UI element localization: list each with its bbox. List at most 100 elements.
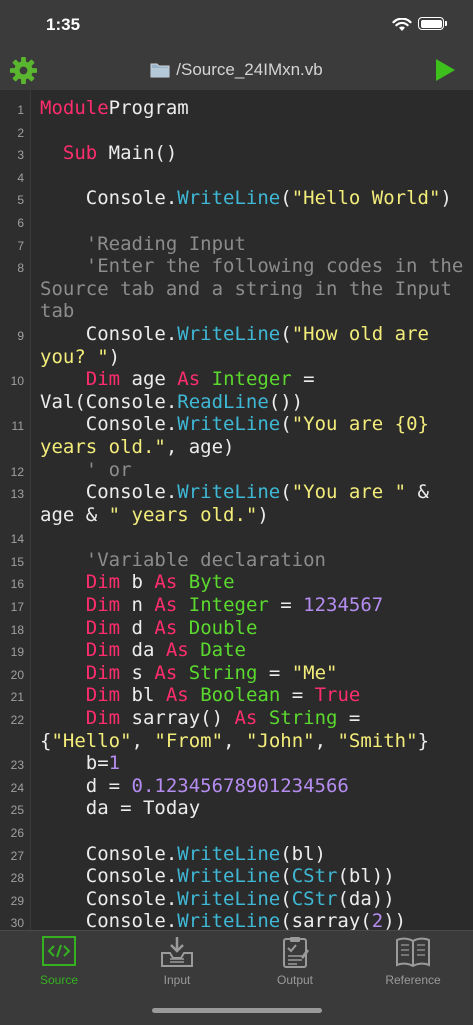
code-token: n xyxy=(120,594,155,617)
code-token: d = xyxy=(40,774,132,797)
code-token: "You are " xyxy=(291,481,407,504)
code-line[interactable]: 1 ModuleProgram xyxy=(17,97,465,120)
line-number: 8 xyxy=(17,261,24,276)
code-line[interactable]: 5 Console.WriteLine("Hello World") xyxy=(17,187,465,210)
code-token: Console. xyxy=(40,910,178,930)
code-token: Dim xyxy=(85,368,121,391)
code-token: As xyxy=(165,639,189,662)
code-line[interactable]: 8 'Enter the following codes in the Sour… xyxy=(17,255,465,323)
code-line[interactable]: 25 da = Today xyxy=(11,797,465,820)
code-token: CStr xyxy=(291,887,338,910)
line-number: 26 xyxy=(10,826,24,840)
code-token: (bl)) xyxy=(337,865,395,888)
code-line[interactable]: 22 Dim sarray() As String = {"Hello", "F… xyxy=(11,707,465,752)
code-line[interactable]: 2​ xyxy=(17,120,465,143)
code-line[interactable]: 16 Dim b As Byte xyxy=(11,571,465,594)
code-token: True xyxy=(314,684,361,707)
code-token: (sarray( xyxy=(280,910,372,930)
code-token: Console. xyxy=(40,187,178,210)
line-number: 5 xyxy=(17,193,24,208)
code-token: Dim xyxy=(85,639,121,662)
line-number: 7 xyxy=(17,238,24,253)
line-number: 3 xyxy=(17,148,24,163)
code-token: Console. xyxy=(40,481,178,504)
line-number: 4 xyxy=(17,170,24,185)
battery-icon xyxy=(418,17,447,30)
code-token: Dim xyxy=(85,616,121,639)
code-token: ( xyxy=(280,413,292,436)
code-line[interactable]: 18 Dim d As Double xyxy=(11,616,465,640)
code-editor[interactable]: 1ModuleProgram2​3 Sub Main()4​5 Console.… xyxy=(0,90,473,930)
code-line[interactable]: 13 Console.WriteLine("You are " & age & … xyxy=(11,481,465,526)
code-line[interactable]: 28 Console.WriteLine(CStr(bl)) xyxy=(11,865,465,888)
code-line[interactable]: 26​ xyxy=(11,820,465,843)
code-line[interactable]: 11 Console.WriteLine("You are {0} years … xyxy=(12,413,465,458)
line-number: 27 xyxy=(10,848,24,863)
code-line[interactable]: 20 Dim s As String = "Me" xyxy=(11,661,465,685)
code-line[interactable]: 21 Dim bl As Boolean = True xyxy=(11,684,465,707)
code-line[interactable]: 29 Console.WriteLine(CStr(da)) xyxy=(11,887,465,911)
code-token: Console. xyxy=(40,865,178,888)
code-token: ()) xyxy=(268,390,304,413)
line-number: 24 xyxy=(10,780,24,795)
code-token: Console. xyxy=(40,413,178,436)
code-line[interactable]: 6​ xyxy=(17,210,465,233)
status-time: 1:35 xyxy=(46,15,81,34)
code-line[interactable]: 27 Console.WriteLine(bl) xyxy=(11,842,465,866)
code-line[interactable]: 17 Dim n As Integer = 1234567 xyxy=(11,594,465,617)
code-token: WriteLine xyxy=(177,842,281,865)
code-token: Console. xyxy=(40,322,178,345)
code-token: Sub xyxy=(62,142,98,165)
code-token: " years old." xyxy=(108,503,258,526)
tab-source[interactable]: Source xyxy=(0,935,118,987)
code-token: 2 xyxy=(371,910,384,930)
line-number: 1 xyxy=(17,103,24,117)
line-number: 23 xyxy=(10,758,24,773)
tab-output[interactable]: Output xyxy=(236,935,354,987)
code-token: da = Today xyxy=(40,797,201,820)
line-number: 25 xyxy=(10,803,24,818)
tab-input[interactable]: Input xyxy=(118,935,236,987)
code-token: = xyxy=(257,661,292,684)
code-token: "Smith" xyxy=(337,729,418,752)
code-text[interactable]: 1ModuleProgram2​3 Sub Main()4​5 Console.… xyxy=(11,97,465,930)
code-line[interactable]: 12 ' or xyxy=(11,459,465,482)
code-token: = xyxy=(268,594,304,617)
code-token: b xyxy=(120,571,155,594)
code-line[interactable]: 9 Console.WriteLine("How old are you? ") xyxy=(17,322,465,368)
code-token: As xyxy=(154,661,178,684)
line-number: 13 xyxy=(10,487,24,502)
line-number: 22 xyxy=(10,713,24,728)
play-icon[interactable] xyxy=(433,58,457,82)
code-line[interactable]: 10 Dim age As Integer = Val(Console.Read… xyxy=(11,368,465,413)
code-token: age xyxy=(120,368,178,391)
code-token: As xyxy=(177,368,201,391)
code-line[interactable]: 23 b=1 xyxy=(11,752,465,775)
code-line[interactable]: 24 d = 0.12345678901234566 xyxy=(11,774,465,798)
tab-reference[interactable]: Reference xyxy=(354,935,472,987)
code-line[interactable]: 7 'Reading Input xyxy=(17,233,465,256)
code-line[interactable]: 15 'Variable declaration xyxy=(11,549,465,572)
code-line[interactable]: 3 Sub Main() xyxy=(17,142,465,165)
code-token: Dim xyxy=(85,571,121,594)
code-token: ( xyxy=(280,481,292,504)
code-line[interactable]: 14​ xyxy=(11,526,465,549)
code-line[interactable]: 4​ xyxy=(17,165,465,188)
code-token: String xyxy=(268,707,338,730)
code-line[interactable]: 19 Dim da As Date xyxy=(11,639,465,662)
code-token: sarray() xyxy=(120,707,235,730)
line-number: 17 xyxy=(10,600,24,615)
code-line[interactable]: 30 Console.WriteLine(sarray(2)) xyxy=(11,910,465,930)
code-token: Dim xyxy=(85,684,121,707)
code-token: Double xyxy=(188,616,258,639)
code-token: Dim xyxy=(85,707,121,730)
tab-reference-label: Reference xyxy=(385,973,441,987)
